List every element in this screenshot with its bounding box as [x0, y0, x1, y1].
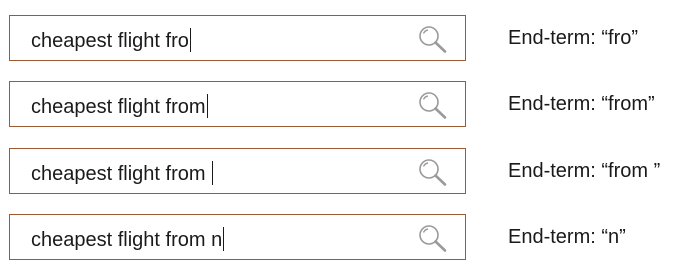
example-row: cheapest flight from End-term: “from” — [0, 76, 696, 132]
text-cursor — [189, 28, 191, 52]
text-cursor — [212, 161, 214, 185]
end-term-label: End-term: “fro” — [508, 27, 639, 49]
search-query-text: cheapest flight from n — [31, 227, 225, 251]
example-row: cheapest flight fro End-term: “fro” — [0, 10, 696, 66]
search-input[interactable]: cheapest flight fro — [9, 15, 466, 61]
search-input[interactable]: cheapest flight from — [9, 148, 466, 194]
search-icon[interactable] — [416, 90, 450, 120]
search-input[interactable]: cheapest flight from n — [9, 214, 466, 260]
example-row: cheapest flight from n End-term: “n” — [0, 209, 696, 265]
search-query-text: cheapest flight from — [31, 94, 208, 118]
text-cursor — [223, 227, 225, 251]
search-query-text: cheapest flight fro — [31, 28, 191, 52]
search-icon[interactable] — [416, 223, 450, 253]
text-cursor — [206, 94, 208, 118]
search-query-text: cheapest flight from — [31, 161, 214, 185]
search-icon[interactable] — [416, 24, 450, 54]
end-term-label: End-term: “n” — [508, 226, 626, 248]
end-term-label: End-term: “from” — [508, 93, 655, 115]
search-input[interactable]: cheapest flight from — [9, 81, 466, 127]
search-icon[interactable] — [416, 157, 450, 187]
example-row: cheapest flight from End-term: “from ” — [0, 143, 696, 199]
end-term-label: End-term: “from ” — [508, 160, 661, 182]
